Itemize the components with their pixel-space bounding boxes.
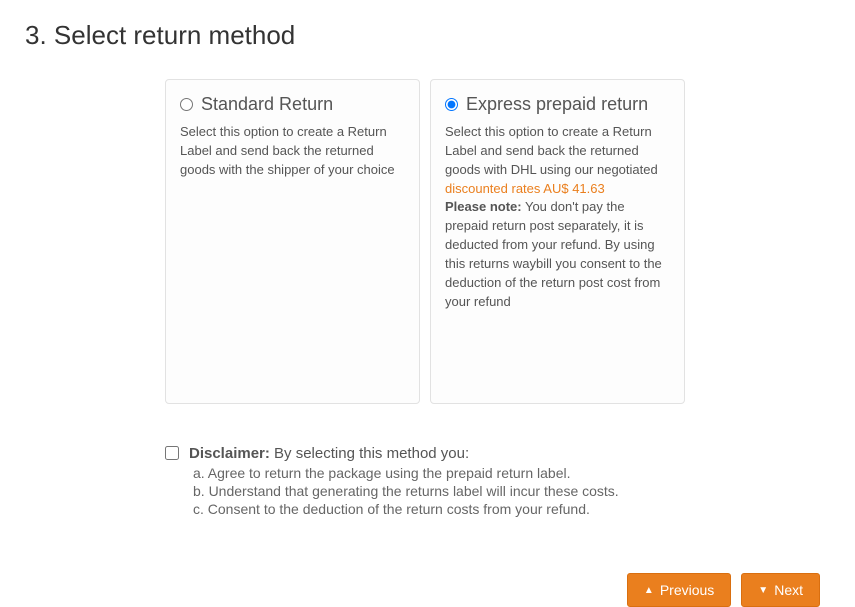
discounted-rate-link[interactable]: discounted rates AU$ 41.63 [445,181,605,196]
previous-button[interactable]: ▲ Previous [627,573,731,607]
nav-buttons: ▲ Previous ▼ Next [25,573,830,607]
option-title-standard: Standard Return [201,94,333,115]
disclaimer-item-b: b. Understand that generating the return… [193,482,619,500]
option-desc-express: Select this option to create a Return La… [445,123,670,311]
disclaimer-list: a. Agree to return the package using the… [193,464,619,519]
please-note-label: Please note: [445,199,522,214]
page-title: 3. Select return method [25,20,830,51]
triangle-up-icon: ▲ [644,585,654,596]
option-desc-standard: Select this option to create a Return La… [180,123,405,180]
return-method-options: Standard Return Select this option to cr… [165,79,830,404]
disclaimer-item-c: c. Consent to the deduction of the retur… [193,500,619,518]
option-standard-return[interactable]: Standard Return Select this option to cr… [165,79,420,404]
previous-label: Previous [660,582,714,598]
option-express-prepaid[interactable]: Express prepaid return Select this optio… [430,79,685,404]
express-desc-pre: Select this option to create a Return La… [445,124,658,177]
please-note-text: You don't pay the prepaid return post se… [445,199,662,308]
option-title-express: Express prepaid return [466,94,648,115]
next-button[interactable]: ▼ Next [741,573,820,607]
radio-express-prepaid[interactable] [445,98,458,111]
disclaimer-block: Disclaimer: By selecting this method you… [165,444,830,518]
disclaimer-item-a: a. Agree to return the package using the… [193,464,619,482]
disclaimer-checkbox[interactable] [165,446,179,460]
radio-standard-return[interactable] [180,98,193,111]
triangle-down-icon: ▼ [758,585,768,596]
next-label: Next [774,582,803,598]
disclaimer-label: Disclaimer: [189,445,270,462]
disclaimer-intro: By selecting this method you: [270,445,469,462]
